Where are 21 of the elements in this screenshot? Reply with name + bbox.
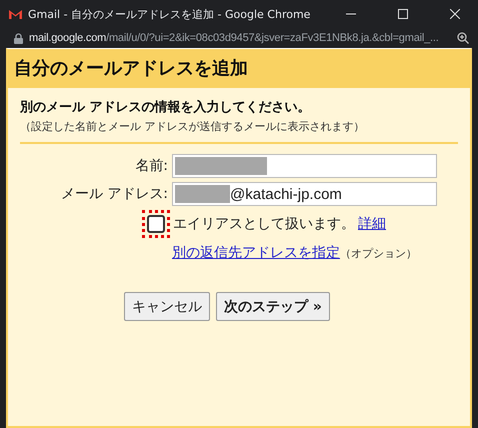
dialog-title: 自分のメールアドレスを追加 <box>8 49 470 88</box>
address-bar-url[interactable]: mail.google.com/mail/u/0/?ui=2&ik=08c03d9457&jsver=zaFv3E1NBk8.ja.&cbl=gmail_... <box>29 32 451 44</box>
zoom-icon[interactable] <box>457 32 469 44</box>
instruction-heading: 別のメール アドレスの情報を入力してください。 <box>20 98 312 116</box>
cancel-button[interactable]: キャンセル <box>124 292 210 321</box>
redacted-block <box>175 185 230 203</box>
field-value: @katachi-jp.com <box>230 186 342 202</box>
gmail-logo-icon <box>9 9 22 19</box>
field-label: 名前: <box>134 157 168 175</box>
checkbox-label: エイリアスとして扱います。 <box>173 215 355 233</box>
window-title: Gmail - 自分のメールアドレスを追加 - Google Chrome <box>28 6 312 22</box>
instruction-note: （設定した名前とメール アドレスが送信するメールに表示されます） <box>20 119 366 134</box>
field-label: メール アドレス: <box>60 185 168 203</box>
input-field[interactable]: @katachi-jp.com <box>172 182 437 206</box>
next-step-button[interactable]: 次のステップ » <box>216 292 330 321</box>
alias-checkbox[interactable] <box>147 215 165 233</box>
reply-to-link[interactable]: 別の返信先アドレスを指定 <box>172 244 340 262</box>
optional-note: （オプション） <box>340 246 417 261</box>
lock-icon <box>14 32 23 44</box>
input-field[interactable] <box>172 154 437 178</box>
details-link[interactable]: 詳細 <box>358 215 386 233</box>
